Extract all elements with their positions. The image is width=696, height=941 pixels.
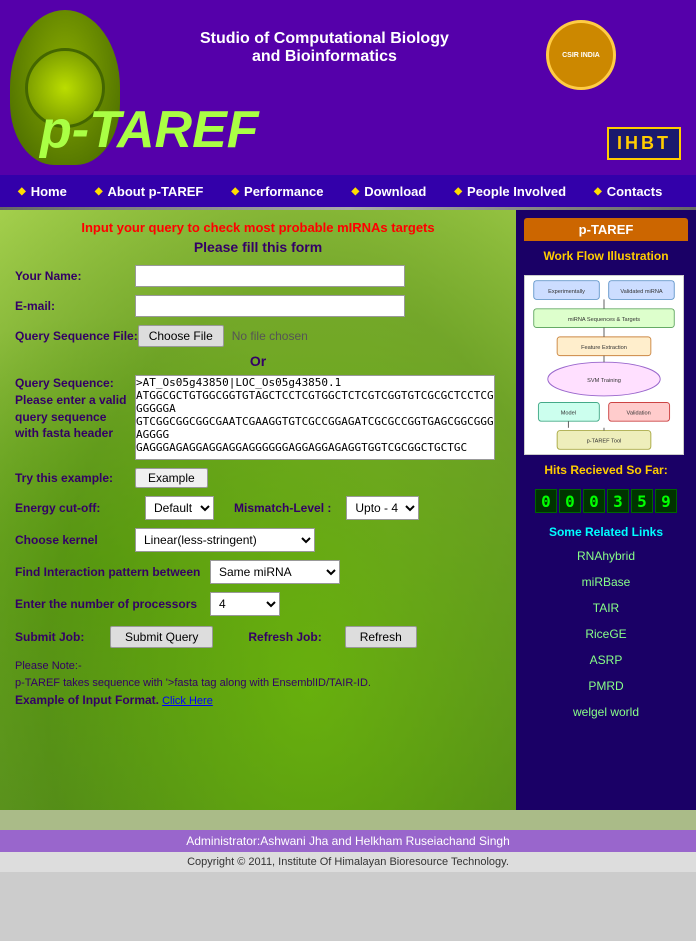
- svg-text:Validation: Validation: [627, 411, 651, 417]
- email-input[interactable]: [135, 295, 405, 317]
- hits-counter: 0 0 0 3 5 9: [524, 489, 688, 513]
- energy-row: Energy cut-off: Default Mismatch-Level :…: [15, 496, 501, 520]
- ihbt-badge: IHBT: [607, 127, 681, 160]
- link-pmrd[interactable]: PMRD: [524, 679, 688, 693]
- nav-diamond-about: ◆: [95, 186, 103, 197]
- nav-diamond-home: ◆: [18, 186, 26, 197]
- query-title: Input your query to check most probable …: [15, 220, 501, 235]
- seq-textarea[interactable]: >AT_Os05g43850|LOC_Os05g43850.1 ATGGCGCT…: [135, 375, 495, 460]
- nav-item-contacts[interactable]: ◆ Contacts: [580, 175, 676, 207]
- or-divider: Or: [15, 353, 501, 369]
- notes-section: Please Note:- p-TAREF takes sequence wit…: [15, 658, 501, 710]
- kernel-row: Choose kernel Linear(less-stringent) RBF…: [15, 528, 501, 552]
- click-here-link[interactable]: Click Here: [162, 695, 213, 707]
- svg-text:miRNA Sequences & Targets: miRNA Sequences & Targets: [568, 317, 640, 323]
- header-title: Studio of Computational Biology and Bioi…: [200, 30, 449, 66]
- mismatch-select[interactable]: Upto - 4 Upto - 3 Upto - 5: [346, 496, 419, 520]
- csir-badge: CSIR INDIA: [546, 20, 616, 90]
- processors-label: Enter the number of processors: [15, 597, 210, 611]
- name-label: Your Name:: [15, 269, 135, 283]
- form-subtitle: Please fill this form: [15, 239, 501, 255]
- interaction-select[interactable]: Same miRNA Different miRNA: [210, 560, 340, 584]
- digit-2: 0: [583, 489, 605, 513]
- nav-diamond-contacts: ◆: [594, 186, 602, 197]
- kernel-label: Choose kernel: [15, 533, 135, 547]
- svg-text:SVM Training: SVM Training: [587, 378, 621, 384]
- refresh-button[interactable]: Refresh: [345, 626, 417, 648]
- nav-item-people[interactable]: ◆ People Involved: [440, 175, 580, 207]
- svg-text:Model: Model: [561, 411, 576, 417]
- digit-0: 0: [535, 489, 557, 513]
- link-mirbase[interactable]: miRBase: [524, 575, 688, 589]
- example-row: Try this example: Example: [15, 468, 501, 488]
- svg-text:Validated miRNA: Validated miRNA: [620, 289, 663, 295]
- link-welgel[interactable]: welgel world: [524, 705, 688, 719]
- name-row: Your Name:: [15, 265, 501, 287]
- energy-select[interactable]: Default: [145, 496, 214, 520]
- nav-item-about[interactable]: ◆ About p-TAREF: [81, 175, 218, 207]
- right-panel: p-TAREF Work Flow Illustration Experimen…: [516, 210, 696, 810]
- ptaref-tab: p-TAREF: [524, 218, 688, 241]
- nav-bar: ◆ Home ◆ About p-TAREF ◆ Performance ◆ D…: [0, 175, 696, 207]
- kernel-select[interactable]: Linear(less-stringent) RBF(more-stringen…: [135, 528, 315, 552]
- energy-label: Energy cut-off:: [15, 501, 135, 515]
- logo-text: p-TAREF: [40, 100, 259, 160]
- name-input[interactable]: [135, 265, 405, 287]
- example-button[interactable]: Example: [135, 468, 208, 488]
- digit-1: 0: [559, 489, 581, 513]
- nav-diamond-people: ◆: [454, 186, 462, 197]
- form-panel: Input your query to check most probable …: [0, 210, 516, 810]
- workflow-title: Work Flow Illustration: [524, 249, 688, 263]
- digit-4: 5: [631, 489, 653, 513]
- processors-select[interactable]: 12348: [210, 592, 280, 616]
- digit-5: 9: [655, 489, 677, 513]
- nav-diamond-performance: ◆: [231, 186, 239, 197]
- file-row: Query Sequence File: Choose File No file…: [15, 325, 501, 347]
- interaction-row: Find Interaction pattern between Same mi…: [15, 560, 501, 584]
- email-label: E-mail:: [15, 299, 135, 313]
- input-format-note: Example of Input Format.: [15, 693, 159, 707]
- footer-admin: Administrator:Ashwani Jha and Helkham Ru…: [0, 830, 696, 852]
- svg-text:p-TAREF Tool: p-TAREF Tool: [587, 439, 622, 445]
- processors-row: Enter the number of processors 12348: [15, 592, 501, 616]
- submit-label: Submit Job:: [15, 630, 95, 644]
- submit-button[interactable]: Submit Query: [110, 626, 213, 648]
- nav-item-download[interactable]: ◆ Download: [338, 175, 441, 207]
- refresh-label: Refresh Job:: [248, 630, 321, 644]
- file-label: Query Sequence File:: [15, 329, 138, 343]
- digit-3: 3: [607, 489, 629, 513]
- main-content: Input your query to check most probable …: [0, 210, 696, 810]
- related-links-title: Some Related Links: [524, 525, 688, 539]
- link-tair[interactable]: TAIR: [524, 601, 688, 615]
- choose-file-button[interactable]: Choose File: [138, 325, 224, 347]
- header: Studio of Computational Biology and Bioi…: [0, 0, 696, 175]
- svg-text:Feature Extraction: Feature Extraction: [581, 345, 627, 351]
- link-asrp[interactable]: ASRP: [524, 653, 688, 667]
- submit-row: Submit Job: Submit Query Refresh Job: Re…: [15, 626, 501, 648]
- mismatch-label: Mismatch-Level :: [234, 501, 331, 515]
- hits-label: Hits Recieved So Far:: [524, 463, 688, 477]
- nav-item-performance[interactable]: ◆ Performance: [217, 175, 337, 207]
- example-label: Try this example:: [15, 471, 135, 485]
- no-file-text: No file chosen: [232, 329, 308, 343]
- nav-item-home[interactable]: ◆ Home: [0, 175, 81, 207]
- workflow-svg: Experimentally Validated miRNA miRNA Seq…: [525, 276, 683, 454]
- link-rnahybrid[interactable]: RNAhybrid: [524, 549, 688, 563]
- seq-row: Query Sequence:Please enter a validquery…: [15, 375, 501, 460]
- footer-copy: Copyright © 2011, Institute Of Himalayan…: [0, 852, 696, 872]
- link-ricege[interactable]: RiceGE: [524, 627, 688, 641]
- spacer: [0, 810, 696, 830]
- form-content: Input your query to check most probable …: [15, 220, 501, 710]
- seq-label: Query Sequence:Please enter a validquery…: [15, 375, 135, 442]
- workflow-image: Experimentally Validated miRNA miRNA Seq…: [524, 275, 684, 455]
- nav-diamond-download: ◆: [352, 186, 360, 197]
- svg-text:Experimentally: Experimentally: [548, 289, 585, 295]
- interaction-label: Find Interaction pattern between: [15, 565, 210, 579]
- email-row: E-mail:: [15, 295, 501, 317]
